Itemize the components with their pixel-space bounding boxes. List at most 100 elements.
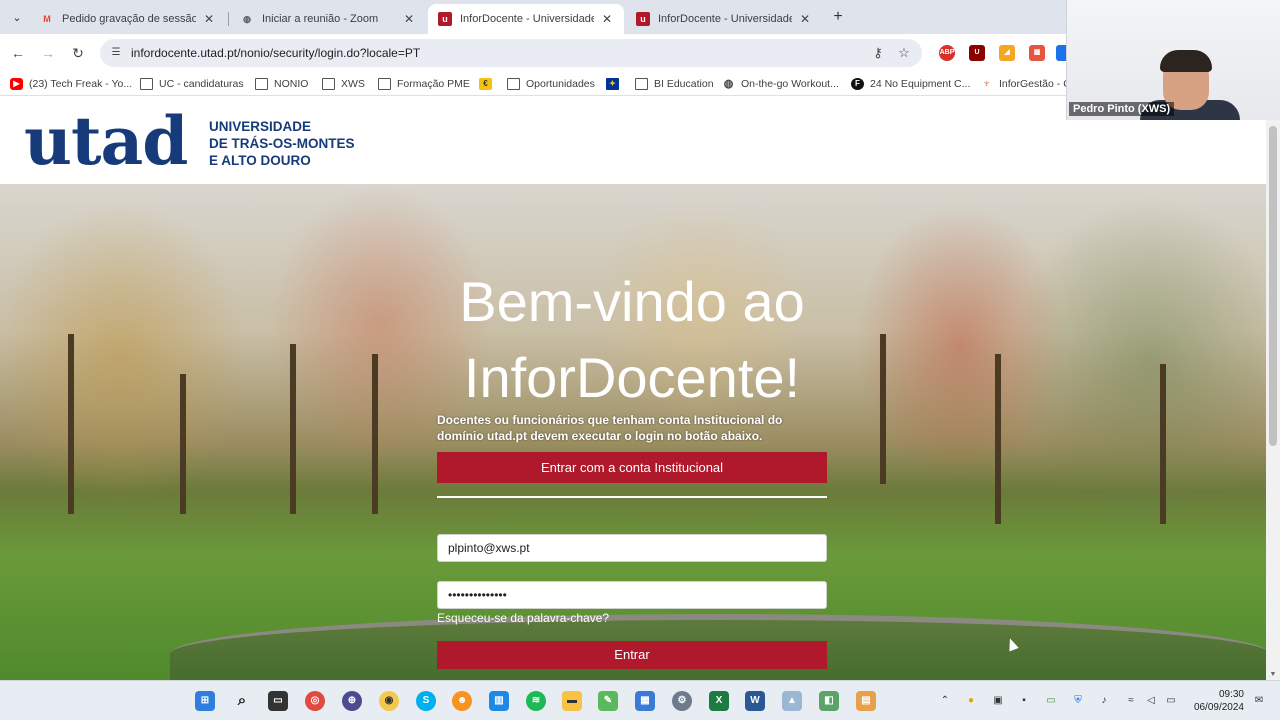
adblock-icon[interactable]: ABP <box>939 45 955 61</box>
login-button[interactable]: Entrar <box>437 641 827 669</box>
photo-editor-icon[interactable]: ✎ <box>598 691 618 711</box>
reload-icon[interactable]: ↻ <box>68 43 88 63</box>
close-icon[interactable]: ✕ <box>402 12 416 26</box>
bookmark-folder[interactable]: Formação PME <box>378 76 470 92</box>
rss-icon[interactable]: ◢ <box>999 45 1015 61</box>
tree-trunk <box>68 334 74 514</box>
windows-start-icon[interactable]: ⊞ <box>195 691 215 711</box>
site-info-icon[interactable]: ☰ <box>109 46 123 60</box>
clock-time: 09:30 <box>1218 689 1244 700</box>
image-viewer-icon[interactable]: ▲ <box>782 691 802 711</box>
bookmark-item[interactable]: ✦ <box>606 76 625 92</box>
chrome-icon[interactable]: ◎ <box>305 691 325 711</box>
bookmark-star-icon[interactable]: ☆ <box>896 45 912 61</box>
participant-hair <box>1160 50 1212 72</box>
tray-device-icon[interactable]: ▪ <box>1017 694 1031 708</box>
institutional-login-notice: Docentes ou funcionários que tenham cont… <box>437 413 783 443</box>
bookmark-item[interactable]: ♆ InforGestão - C <box>980 76 1070 92</box>
word-icon[interactable]: W <box>745 691 765 711</box>
chat-icon[interactable]: ◉ <box>379 691 399 711</box>
tray-vpn-icon[interactable]: ▣ <box>991 694 1005 708</box>
folder-icon <box>507 78 520 90</box>
utad-logo[interactable]: utad <box>24 106 188 176</box>
bookmark-folder[interactable]: NONIO <box>255 76 308 92</box>
tab-infordocente-active[interactable]: u InforDocente - Universidade de Trás ✕ <box>428 4 624 34</box>
eu-flag-icon: ✦ <box>606 78 619 90</box>
tab-search-chevron-icon[interactable]: ⌄ <box>6 6 28 28</box>
close-icon[interactable]: ✕ <box>798 12 812 26</box>
clock-date: 06/09/2024 <box>1193 702 1244 713</box>
institutional-login-button[interactable]: Entrar com a conta Institucional <box>437 452 827 483</box>
excel-icon[interactable]: X <box>709 691 729 711</box>
globe-icon: ◍ <box>723 78 734 90</box>
tab-zoom[interactable]: ◍ Iniciar a reunião - Zoom ✕ <box>230 4 426 34</box>
new-tab-plus-icon[interactable]: + <box>828 8 848 28</box>
volume-icon[interactable]: ◁ <box>1144 694 1158 708</box>
page-content: utad UNIVERSIDADE DE TRÁS-OS-MONTES E AL… <box>0 96 1266 680</box>
bookmark-label: On-the-go Workout... <box>741 78 839 90</box>
folder-icon <box>635 78 648 90</box>
tree-trunk <box>372 354 378 514</box>
bookmark-item[interactable]: ◍ On-the-go Workout... <box>722 76 839 92</box>
skype-icon[interactable]: S <box>416 691 436 711</box>
wifi-icon[interactable]: ≈ <box>1124 694 1138 708</box>
password-key-icon[interactable]: ⚷ <box>870 45 886 61</box>
bookmark-label: 24 No Equipment C... <box>870 78 971 90</box>
university-name: UNIVERSIDADE DE TRÁS-OS-MONTES E ALTO DO… <box>209 118 355 169</box>
extension-icon[interactable]: ▦ <box>1029 45 1045 61</box>
forward-arrow-icon[interactable]: → <box>38 43 58 63</box>
task-view-icon[interactable]: ▭ <box>268 691 288 711</box>
firefox-icon[interactable]: ☻ <box>452 691 472 711</box>
address-bar[interactable]: ☰ infordocente.utad.pt/nonio/security/lo… <box>100 39 922 67</box>
bookmark-folder[interactable]: Oportunidades <box>507 76 595 92</box>
bookmark-folder[interactable]: XWS <box>322 76 365 92</box>
torch-icon: ♆ <box>982 78 991 90</box>
password-field[interactable]: •••••••••••••• <box>437 581 827 609</box>
microphone-icon[interactable]: ♪ <box>1097 694 1111 708</box>
gmail-icon: M <box>43 14 51 24</box>
settings-gear-icon[interactable]: ⚙ <box>672 691 692 711</box>
participant-name: Pedro Pinto (XWS) <box>1069 102 1175 116</box>
bookmark-item[interactable]: ▶ (23) Tech Freak - Yo... <box>10 76 132 92</box>
back-arrow-icon[interactable]: ← <box>8 43 28 63</box>
bookmark-item[interactable]: F 24 No Equipment C... <box>851 76 970 92</box>
ublock-icon[interactable]: U <box>969 45 985 61</box>
close-icon[interactable]: ✕ <box>202 12 216 26</box>
vpn-icon[interactable]: ⊕ <box>342 691 362 711</box>
email-field[interactable]: plpinto@xws.pt <box>437 534 827 562</box>
bookmark-label: UC - candidaturas <box>159 78 244 90</box>
tree-trunk <box>880 334 886 484</box>
tray-security-icon[interactable]: ⛨ <box>1071 694 1085 708</box>
app-orange-icon[interactable]: ▤ <box>856 691 876 711</box>
tree-trunk <box>290 344 296 514</box>
battery-icon[interactable]: ▭ <box>1164 694 1178 708</box>
youtube-icon: ▶ <box>10 78 23 90</box>
notes-icon[interactable]: ▥ <box>489 691 509 711</box>
bookmark-folder[interactable]: BI Education <box>635 76 714 92</box>
page-scrollbar[interactable]: ▲ ▼ <box>1266 96 1280 680</box>
university-name-line: DE TRÁS-OS-MONTES <box>209 136 355 151</box>
close-icon[interactable]: ✕ <box>600 12 614 26</box>
bookmark-label: Formação PME <box>397 78 470 90</box>
folder-icon <box>378 78 391 90</box>
tab-gmail[interactable]: M Pedido gravação de sessão forma ✕ <box>30 4 226 34</box>
show-hidden-icons-chevron-icon[interactable]: ⌃ <box>938 694 952 708</box>
notifications-icon[interactable]: ✉ <box>1252 694 1266 708</box>
spotify-icon[interactable]: ≋ <box>526 691 546 711</box>
bookmark-folder[interactable]: UC - candidaturas <box>140 76 244 92</box>
calculator-icon[interactable]: ▦ <box>635 691 655 711</box>
scrollbar-thumb[interactable] <box>1269 126 1277 446</box>
folder-icon <box>140 78 153 90</box>
tray-app-icon[interactable]: ● <box>964 694 978 708</box>
bookmark-item[interactable]: € <box>479 76 498 92</box>
tab-infordocente[interactable]: u InforDocente - Universidade de Trás ✕ <box>626 4 822 34</box>
bookmark-label: Oportunidades <box>526 78 595 90</box>
search-icon[interactable]: ⌕ <box>232 691 252 711</box>
tray-monitor-icon[interactable]: ▭ <box>1044 694 1058 708</box>
system-clock[interactable]: 09:30 06/09/2024 <box>1192 688 1244 714</box>
forgot-password-link[interactable]: Esqueceu-se da palavra-chave? <box>437 611 609 625</box>
file-explorer-icon[interactable]: ▬ <box>562 691 582 711</box>
tree-trunk <box>180 374 186 514</box>
scroll-down-icon[interactable]: ▼ <box>1269 671 1277 678</box>
app-icon[interactable]: ◧ <box>819 691 839 711</box>
